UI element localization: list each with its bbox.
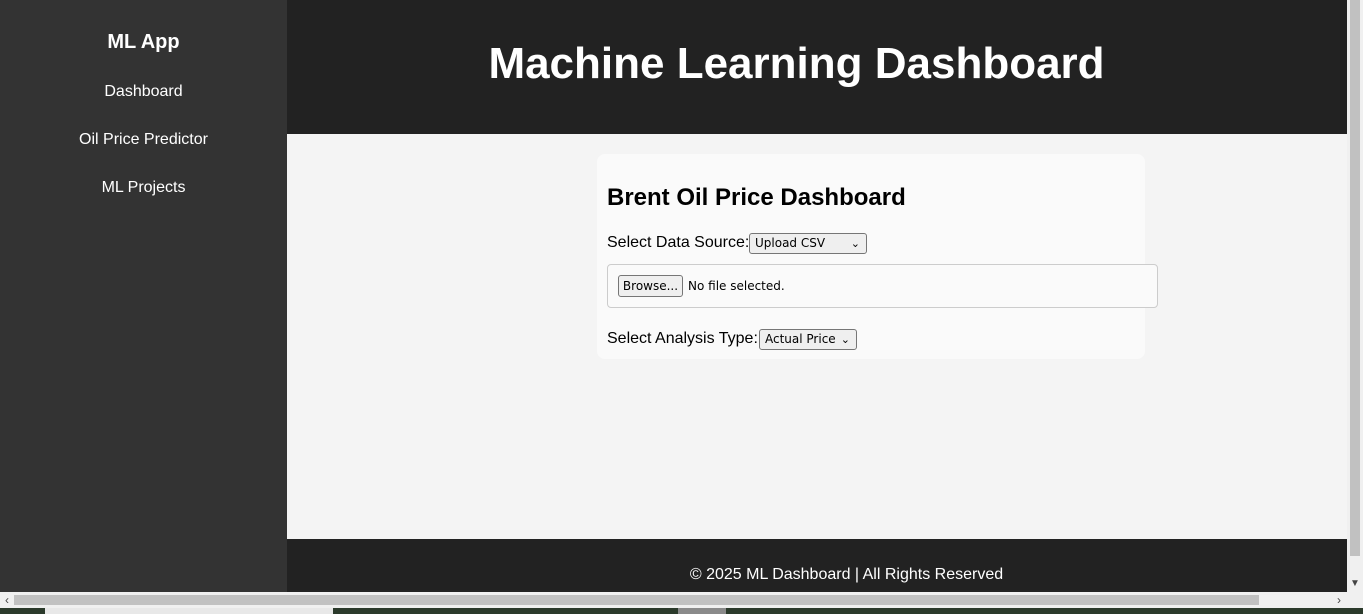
page-viewport: ML App Dashboard Oil Price Predictor ML … — [0, 0, 1347, 592]
sidebar-item-dashboard[interactable]: Dashboard — [0, 82, 287, 102]
chevron-down-icon[interactable]: ▼ — [1347, 575, 1363, 592]
taskbar-segment — [45, 608, 333, 614]
page-header: Machine Learning Dashboard — [287, 0, 1347, 134]
chevron-down-icon: ⌄ — [850, 237, 860, 250]
analysis-type-selected-value: Actual Price — [765, 332, 836, 346]
page-title: Machine Learning Dashboard — [488, 39, 1105, 88]
taskbar-strip — [0, 608, 1363, 614]
vertical-scrollbar[interactable]: ▲ ▼ — [1347, 0, 1363, 592]
file-upload-box: Browse... No file selected. — [607, 264, 1158, 308]
card-title: Brent Oil Price Dashboard — [607, 184, 906, 211]
sidebar-item-ml-projects[interactable]: ML Projects — [0, 178, 287, 198]
analysis-type-select[interactable]: Actual Price ⌄ — [759, 329, 857, 350]
chevron-down-icon: ⌄ — [840, 333, 850, 346]
footer-text: © 2025 ML Dashboard | All Rights Reserve… — [689, 566, 1004, 583]
analysis-type-label: Select Analysis Type: — [607, 330, 758, 347]
chevron-right-icon[interactable]: › — [1331, 592, 1347, 608]
page-footer: © 2025 ML Dashboard | All Rights Reserve… — [287, 539, 1347, 592]
vertical-scroll-thumb[interactable] — [1350, 0, 1360, 556]
horizontal-scrollbar[interactable]: ‹ › — [0, 592, 1363, 608]
app-brand: ML App — [107, 31, 180, 53]
dashboard-card: Brent Oil Price Dashboard Select Data So… — [597, 154, 1158, 359]
sidebar: ML App Dashboard Oil Price Predictor ML … — [0, 0, 287, 592]
data-source-select[interactable]: Upload CSV ⌄ — [749, 233, 867, 254]
data-source-selected-value: Upload CSV — [755, 236, 826, 250]
horizontal-scroll-thumb[interactable] — [14, 595, 1259, 605]
file-status-text: No file selected. — [688, 279, 785, 293]
chevron-left-icon[interactable]: ‹ — [0, 592, 14, 608]
data-source-label: Select Data Source: — [607, 234, 750, 251]
taskbar-segment — [678, 608, 726, 614]
sidebar-item-oil-price-predictor[interactable]: Oil Price Predictor — [0, 130, 287, 150]
main-content: Brent Oil Price Dashboard Select Data So… — [287, 134, 1347, 539]
browse-button[interactable]: Browse... — [618, 275, 683, 297]
